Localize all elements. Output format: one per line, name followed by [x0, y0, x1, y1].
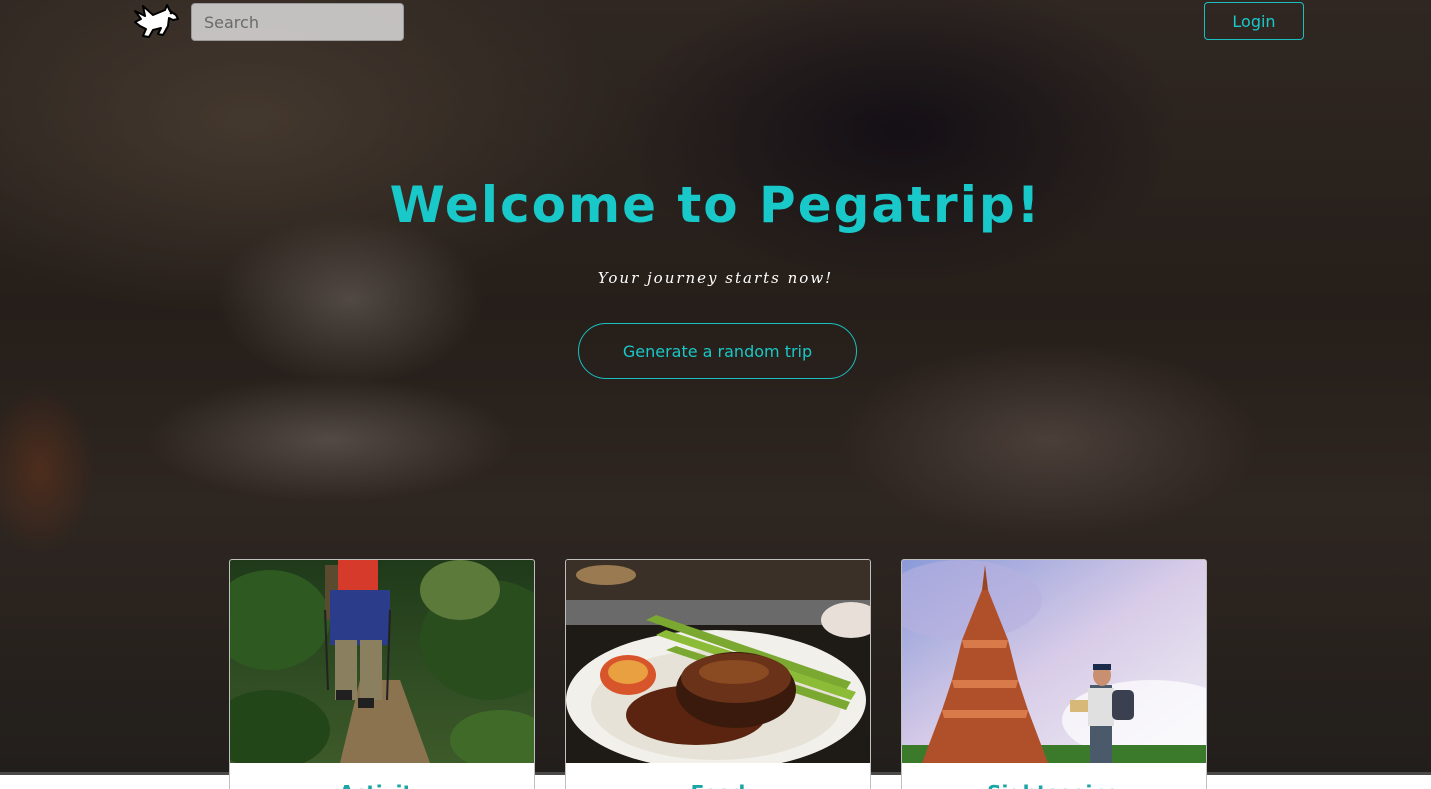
login-button[interactable]: Login	[1204, 2, 1304, 40]
card-activity[interactable]: Activity	[229, 559, 535, 789]
card-title: Activity	[230, 781, 534, 789]
tagline: Your journey starts now!	[597, 269, 834, 287]
card-sightseeing[interactable]: Sightseeing	[901, 559, 1207, 789]
search-input[interactable]	[191, 3, 404, 41]
hiking-photo	[230, 560, 534, 763]
pegasus-logo-icon[interactable]	[131, 2, 181, 40]
generate-random-trip-button[interactable]: Generate a random trip	[578, 323, 857, 379]
steak-dinner-photo	[566, 560, 870, 763]
pegasus-logo-svg	[134, 4, 179, 38]
page-title: Welcome to Pegatrip!	[389, 176, 1042, 234]
temple-traveler-photo	[902, 560, 1206, 763]
card-title: Sightseeing	[902, 781, 1206, 789]
card-title: Food	[566, 781, 870, 789]
card-food[interactable]: Food	[565, 559, 871, 789]
